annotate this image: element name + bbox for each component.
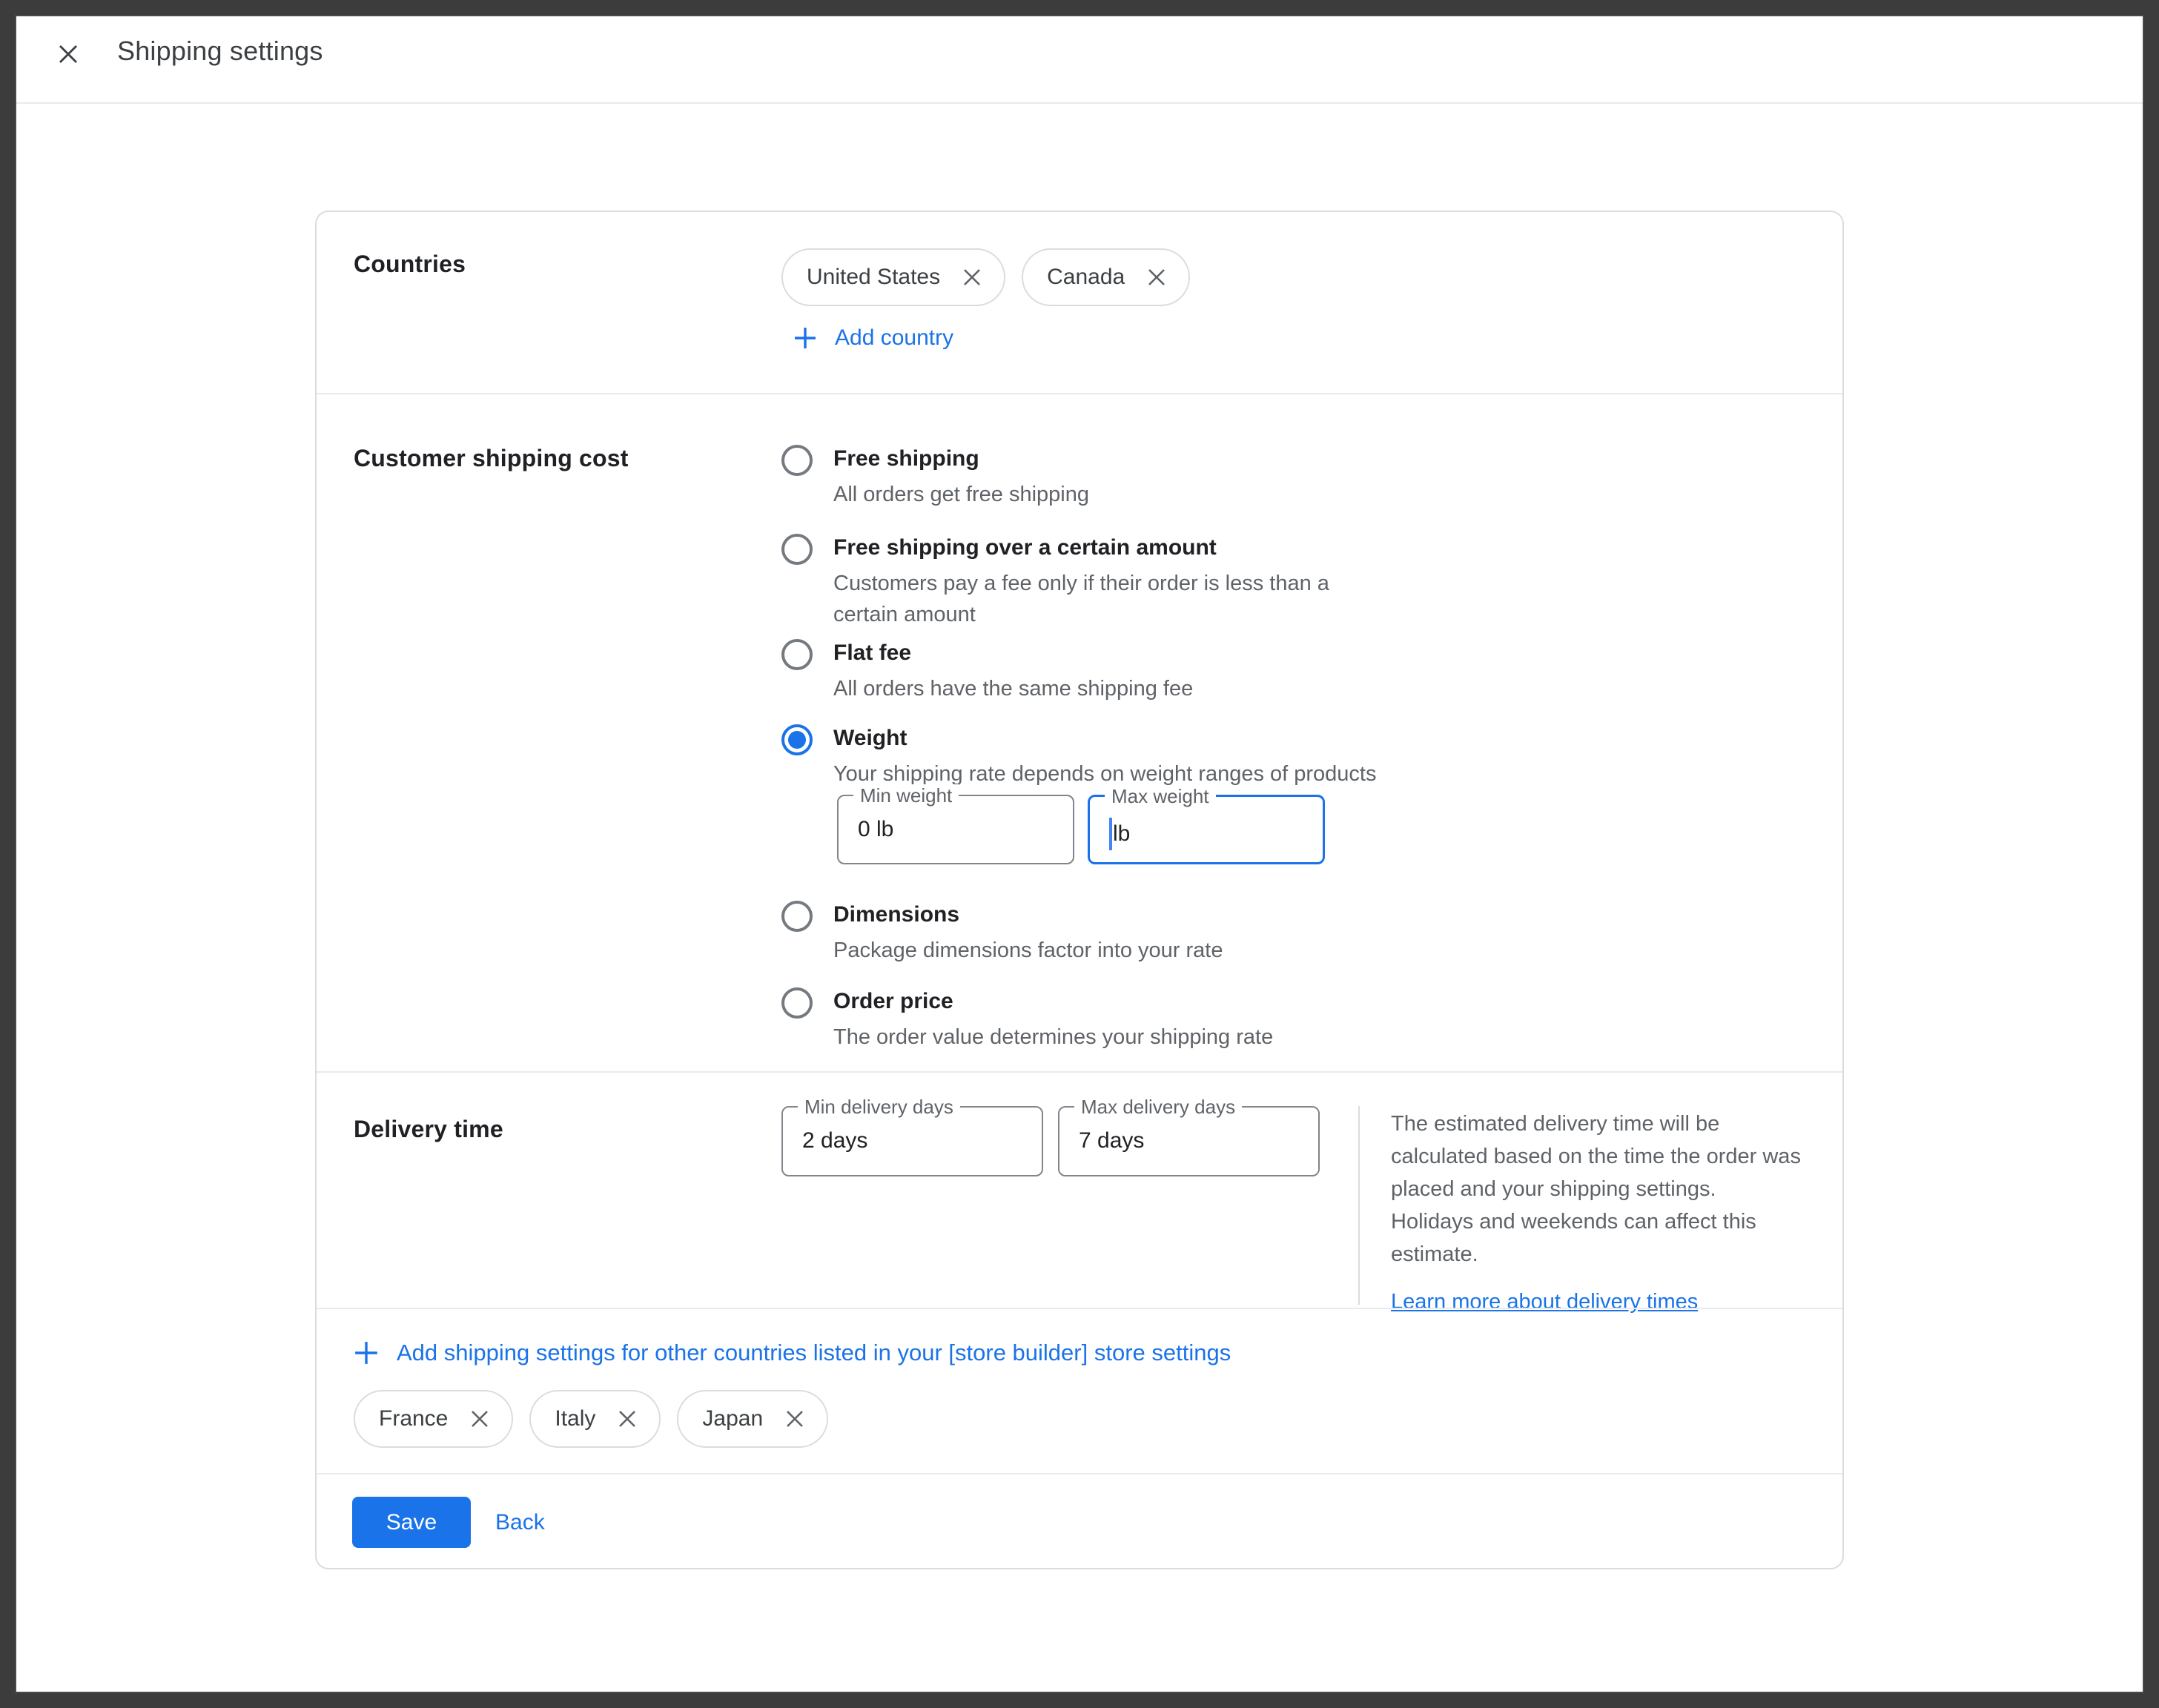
section-divider (317, 393, 1842, 394)
min-delivery-days-field[interactable]: Min delivery days 2 days (781, 1106, 1043, 1176)
option-title: Free shipping (833, 445, 1089, 473)
country-chip-label: France (379, 1406, 448, 1431)
section-divider (317, 1308, 1842, 1309)
text-caret (1109, 818, 1112, 850)
shipping-settings-dialog: Shipping settings Countries United State… (0, 0, 2159, 1708)
close-icon (1145, 266, 1168, 288)
delivery-fields: Min delivery days 2 days Max delivery da… (781, 1106, 1320, 1176)
min-weight-label: Min weight (853, 784, 959, 807)
option-description: Package dimensions factor into your rate (833, 935, 1223, 966)
option-text: Dimensions Package dimensions factor int… (833, 901, 1223, 966)
settings-card: Countries United States Canada (315, 211, 1844, 1569)
shipping-cost-option: Flat fee All orders have the same shippi… (781, 639, 1193, 704)
close-icon (616, 1408, 638, 1430)
option-title: Weight (833, 724, 1377, 752)
info-panel-divider (1358, 1106, 1360, 1305)
close-icon (469, 1408, 491, 1430)
add-other-shipping-settings-label: Add shipping settings for other countrie… (397, 1340, 1231, 1366)
close-icon (56, 42, 81, 67)
radio-button[interactable] (781, 724, 813, 755)
countries-chip-row: United States Canada (781, 248, 1190, 306)
option-title: Flat fee (833, 639, 1193, 667)
min-delivery-days-value: 2 days (802, 1128, 867, 1153)
section-divider (317, 1071, 1842, 1073)
option-text: Free shipping All orders get free shippi… (833, 445, 1089, 510)
delivery-info-panel: The estimated delivery time will be calc… (1391, 1108, 1865, 1314)
country-chip: Italy (529, 1390, 661, 1448)
plus-icon (793, 326, 817, 350)
radio-button[interactable] (781, 987, 813, 1019)
shipping-cost-option: Free shipping All orders get free shippi… (781, 445, 1089, 510)
option-text: Weight Your shipping rate depends on wei… (833, 724, 1377, 790)
remove-country-button[interactable] (782, 1406, 807, 1431)
page-title: Shipping settings (117, 0, 323, 102)
dialog-header: Shipping settings (0, 0, 2159, 102)
option-title: Dimensions (833, 901, 1223, 929)
country-chip-label: Japan (702, 1406, 763, 1431)
option-title: Order price (833, 987, 1273, 1016)
shipping-cost-option: Order price The order value determines y… (781, 987, 1273, 1053)
option-text: Free shipping over a certain amount Cust… (833, 534, 1329, 630)
add-country-label: Add country (835, 325, 953, 351)
countries-label: Countries (354, 251, 466, 278)
other-countries-chip-row: France Italy Japan (354, 1390, 828, 1448)
country-chip: United States (781, 248, 1005, 306)
shipping-cost-option: Dimensions Package dimensions factor int… (781, 901, 1223, 966)
remove-country-button[interactable] (467, 1406, 492, 1431)
country-chip: France (354, 1390, 513, 1448)
max-delivery-days-value: 7 days (1079, 1128, 1144, 1153)
option-description: The order value determines your shipping… (833, 1022, 1273, 1053)
country-chip-label: Canada (1047, 265, 1125, 290)
option-text: Order price The order value determines y… (833, 987, 1273, 1053)
radio-button[interactable] (781, 901, 813, 932)
radio-button[interactable] (781, 445, 813, 476)
country-chip-label: Italy (555, 1406, 595, 1431)
save-button[interactable]: Save (352, 1497, 471, 1548)
back-button[interactable]: Back (495, 1497, 545, 1548)
max-weight-value: lb (1109, 818, 1130, 850)
radio-button[interactable] (781, 534, 813, 565)
add-other-shipping-settings-button[interactable]: Add shipping settings for other countrie… (354, 1336, 1231, 1370)
radio-button[interactable] (781, 639, 813, 670)
option-text: Flat fee All orders have the same shippi… (833, 639, 1193, 704)
plus-icon (354, 1340, 379, 1366)
delivery-times-link[interactable]: Learn more about delivery times (1391, 1290, 1698, 1314)
option-description: All orders have the same shipping fee (833, 673, 1193, 704)
close-icon (961, 266, 983, 288)
max-weight-field[interactable]: Max weight lb (1088, 795, 1325, 864)
weight-fields: Min weight 0 lb Max weight lb (837, 795, 1325, 864)
max-delivery-days-label: Max delivery days (1074, 1096, 1242, 1119)
remove-country-button[interactable] (615, 1406, 640, 1431)
min-delivery-days-label: Min delivery days (798, 1096, 960, 1119)
remove-country-button[interactable] (959, 265, 985, 290)
shipping-cost-option: Free shipping over a certain amount Cust… (781, 534, 1329, 630)
shipping-cost-option: Weight Your shipping rate depends on wei… (781, 724, 1377, 790)
max-delivery-days-field[interactable]: Max delivery days 7 days (1058, 1106, 1320, 1176)
country-chip: Japan (677, 1390, 828, 1448)
option-description: Customers pay a fee only if their order … (833, 568, 1329, 630)
country-chip-label: United States (807, 265, 940, 290)
shipping-cost-label: Customer shipping cost (354, 445, 629, 472)
country-chip: Canada (1022, 248, 1190, 306)
option-title: Free shipping over a certain amount (833, 534, 1329, 562)
max-weight-label: Max weight (1105, 785, 1216, 808)
min-weight-value: 0 lb (858, 817, 893, 842)
option-description: All orders get free shipping (833, 479, 1089, 510)
footer-divider (317, 1473, 1842, 1474)
add-country-button[interactable]: Add country (793, 322, 953, 354)
remove-country-button[interactable] (1144, 265, 1169, 290)
close-button[interactable] (53, 39, 83, 69)
delivery-info-text: The estimated delivery time will be calc… (1391, 1108, 1865, 1271)
min-weight-field[interactable]: Min weight 0 lb (837, 795, 1074, 864)
header-divider (0, 102, 2159, 104)
close-icon (784, 1408, 806, 1430)
delivery-time-label: Delivery time (354, 1116, 503, 1143)
